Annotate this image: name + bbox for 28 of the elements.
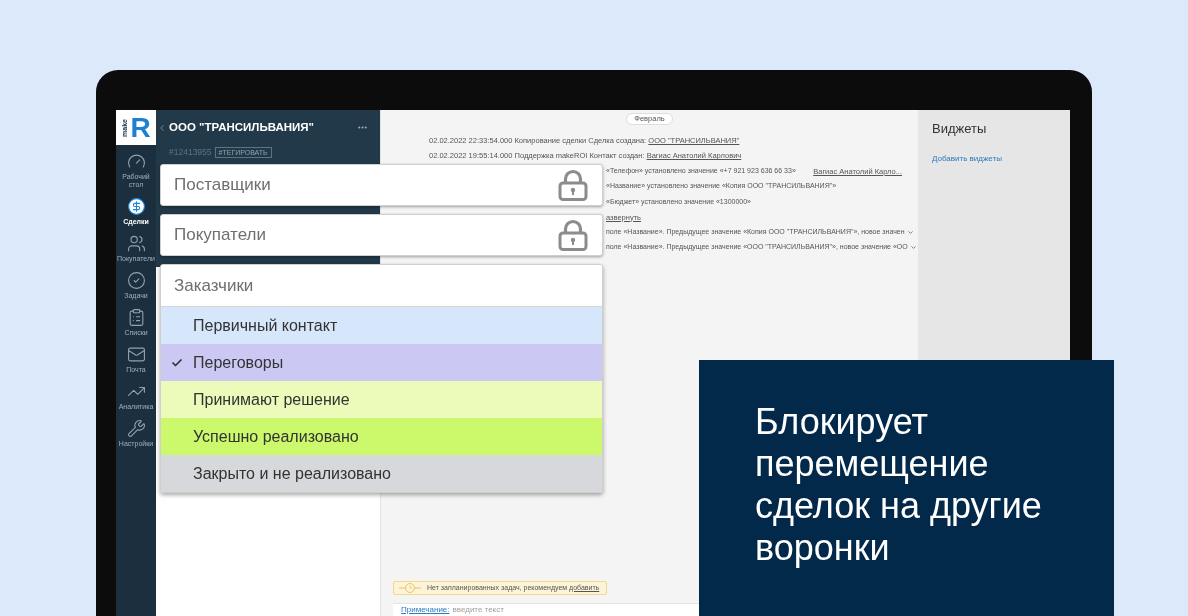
deal-id: #12413955	[169, 146, 212, 159]
deal-title: ООО "ТРАНСИЛЬВАНИЯ"	[169, 120, 314, 135]
logo-letter: R	[130, 113, 151, 142]
stage-option[interactable]: Переговоры	[161, 344, 602, 381]
chevron-down-icon[interactable]	[909, 244, 917, 252]
dollar-coin-icon	[126, 197, 146, 216]
gauge-icon	[126, 152, 146, 171]
pipeline-option[interactable]: Покупатели	[160, 214, 603, 256]
check-icon	[171, 356, 183, 369]
widgets-title: Виджеты	[932, 120, 987, 138]
lock-icon	[558, 169, 588, 201]
note-input[interactable]: введите текст	[452, 604, 573, 616]
pipeline-option[interactable]: Поставщики	[160, 164, 603, 206]
stage-option[interactable]: Успешно реализовано	[161, 418, 602, 455]
pipeline-option[interactable]: Заказчики	[161, 265, 602, 307]
check-circle-icon	[126, 271, 146, 290]
stage-option[interactable]: Принимают решение	[161, 381, 602, 418]
lock-icon	[558, 219, 588, 251]
chevron-down-icon[interactable]	[906, 228, 914, 236]
wrench-icon	[126, 419, 146, 438]
people-icon	[126, 234, 146, 253]
stage-option[interactable]: Первичный контакт	[161, 307, 602, 344]
stage-option[interactable]: Закрыто и не реализовано	[161, 455, 602, 492]
add-widgets-link[interactable]: Добавить виджеты	[932, 152, 1002, 165]
promo-text: Блокирует перемещение сделок на другие воронки	[755, 401, 1043, 569]
back-icon[interactable]	[157, 122, 167, 133]
envelope-icon	[126, 345, 146, 364]
note-label[interactable]: Примечание:	[401, 604, 450, 616]
